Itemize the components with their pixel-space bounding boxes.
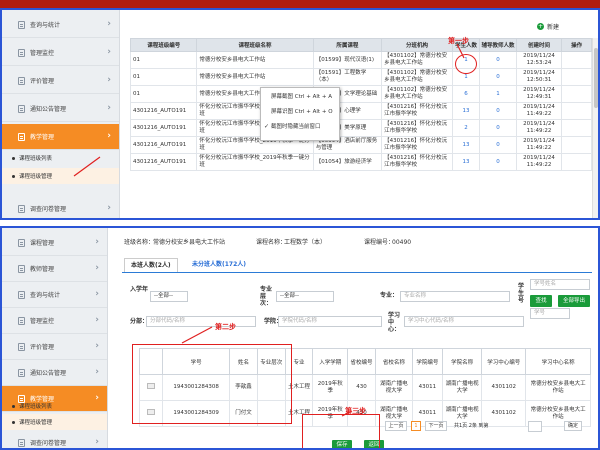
annotation-arrows: [73, 43, 465, 177]
class-management-panel: 课程管理 › 教师管理 › 查询与统计 › 管理监控 › 评价管理 › 通知公告管理 › 教学管理 › 调查…: [0, 226, 600, 450]
annotation-arrows: [181, 326, 353, 417]
course-class-list-panel: 查询与统计 › 管理监控 › 评价管理 › 通知公告管理 › 教学管理 › 调查问卷管理 › 课程班级列…: [0, 8, 600, 220]
